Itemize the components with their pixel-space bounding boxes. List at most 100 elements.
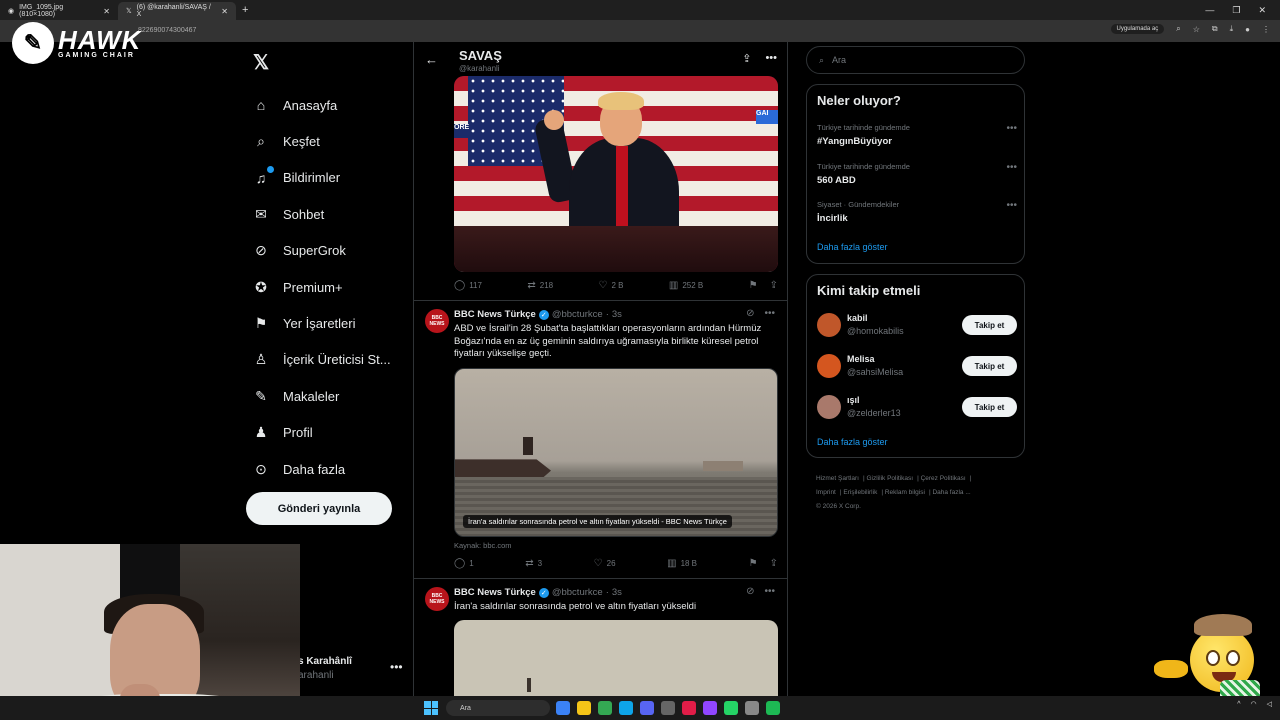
avatar[interactable]: BBC NEWS bbox=[425, 587, 449, 611]
windows-start-icon[interactable] bbox=[424, 701, 438, 715]
sidebar-item-more[interactable]: ⊙ Daha fazla bbox=[253, 451, 391, 487]
wifi-icon[interactable]: ◠ bbox=[1251, 700, 1257, 708]
tweet-media-photo[interactable] bbox=[454, 620, 778, 702]
browser-tab-image[interactable]: ◉ IMG_1095.jpg (810×1080) ✕ bbox=[0, 2, 118, 20]
sidebar-item-supergrok[interactable]: ⊘ SuperGrok bbox=[253, 233, 391, 269]
address-bar[interactable]: 822690074300467 Uygulamada aç ⌕ ☆ ⧉ ⤓ ● … bbox=[0, 20, 1280, 42]
profile-avatar-icon[interactable]: ● bbox=[1245, 25, 1250, 34]
like-button[interactable]: ♡ 26 bbox=[594, 558, 616, 569]
account-switcher[interactable]: s Karahânlî arahanli bbox=[298, 656, 352, 681]
url-text[interactable]: 822690074300467 bbox=[138, 27, 196, 34]
link-card[interactable]: İran'a saldırılar sonrasında petrol ve a… bbox=[454, 368, 778, 537]
sidebar-item-articles[interactable]: ✎ Makaleler bbox=[253, 378, 391, 414]
author-handle[interactable]: @bbcturkce bbox=[552, 309, 603, 320]
sidebar-item-creator-studio[interactable]: ♙ İçerik Üreticisi St... bbox=[253, 342, 391, 378]
spotify-icon[interactable] bbox=[766, 701, 780, 715]
grok-icon[interactable]: ⊘ bbox=[746, 308, 754, 319]
account-more-icon[interactable]: ••• bbox=[390, 660, 403, 674]
grok-icon[interactable]: ⊘ bbox=[746, 586, 754, 597]
search-input[interactable]: ⌕ Ara bbox=[806, 46, 1025, 74]
follow-button[interactable]: Takip et bbox=[962, 356, 1017, 376]
footer-link[interactable]: Imprint bbox=[816, 489, 836, 496]
trend-item[interactable]: Türkiye tarihinde gündemde 560 ABD ••• bbox=[817, 162, 1017, 186]
close-tab-icon[interactable]: ✕ bbox=[221, 7, 228, 16]
footer-link[interactable]: Erişilebilirlik bbox=[843, 489, 877, 496]
tweet-time[interactable]: 3s bbox=[612, 587, 622, 598]
close-tab-icon[interactable]: ✕ bbox=[103, 7, 110, 16]
more-options-icon[interactable]: ••• bbox=[1006, 200, 1017, 211]
whatsapp-icon[interactable] bbox=[724, 701, 738, 715]
sidebar-item-explore[interactable]: ⌕ Keşfet bbox=[253, 123, 391, 159]
maximize-icon[interactable]: ❐ bbox=[1232, 5, 1240, 16]
browser-tab-x[interactable]: 𝕏 (6) @karahanli/SAVAŞ / X ✕ bbox=[118, 2, 236, 20]
discord-icon[interactable] bbox=[640, 701, 654, 715]
sidebar-item-profile[interactable]: ♟ Profil bbox=[253, 415, 391, 451]
reply-button[interactable]: ◯ 117 bbox=[454, 280, 482, 291]
taskbar-search[interactable]: Ara bbox=[446, 700, 550, 716]
back-arrow-icon[interactable]: ← bbox=[425, 52, 438, 67]
follow-suggestion[interactable]: kabil @homokabilis Takip et bbox=[817, 310, 1017, 340]
author-name[interactable]: BBC News Türkçe bbox=[454, 309, 536, 320]
menu-icon[interactable]: ⋮ bbox=[1262, 25, 1270, 34]
like-button[interactable]: ♡ 2 B bbox=[599, 280, 624, 291]
tweet-media-photo[interactable]: ORE GAI bbox=[454, 76, 778, 272]
repost-button[interactable]: ⇄ 3 bbox=[525, 558, 542, 569]
more-options-icon[interactable]: ••• bbox=[764, 308, 775, 319]
footer-link[interactable]: Çerez Politikası bbox=[921, 475, 966, 482]
follow-show-more[interactable]: Daha fazla göster bbox=[817, 437, 888, 447]
sidebar-item-premium[interactable]: ✪ Premium+ bbox=[253, 269, 391, 305]
tray-chevron-icon[interactable]: ^ bbox=[1237, 701, 1240, 708]
views-button[interactable]: ▥ 252 B bbox=[669, 280, 703, 291]
folder-icon[interactable] bbox=[577, 701, 591, 715]
link-source[interactable]: Kaynak: bbc.com bbox=[454, 541, 512, 550]
tweet-time[interactable]: 3s bbox=[612, 309, 622, 320]
trend-item[interactable]: Türkiye tarihinde gündemde #YangınBüyüyo… bbox=[817, 123, 1017, 147]
author-name[interactable]: BBC News Türkçe bbox=[454, 587, 536, 598]
more-options-icon[interactable]: ••• bbox=[765, 52, 777, 65]
footer-link[interactable]: Hizmet Şartları bbox=[816, 475, 859, 482]
app-icon[interactable] bbox=[703, 701, 717, 715]
new-tab-icon[interactable]: + bbox=[242, 4, 248, 16]
footer-link[interactable]: Gizlilik Politikası bbox=[866, 475, 913, 482]
chrome-icon[interactable] bbox=[598, 701, 612, 715]
bookmark-icon[interactable]: ⚑ bbox=[749, 558, 758, 569]
repost-button[interactable]: ⇄ 218 bbox=[527, 280, 553, 291]
x-logo-icon[interactable]: 𝕏 bbox=[253, 50, 269, 75]
avatar[interactable]: BBC NEWS bbox=[425, 309, 449, 333]
sidebar-item-chat[interactable]: ✉ Sohbet bbox=[253, 196, 391, 232]
more-options-icon[interactable]: ••• bbox=[1006, 162, 1017, 173]
extensions-icon[interactable]: ⧉ bbox=[1212, 24, 1218, 34]
share-icon[interactable]: ⇪ bbox=[770, 280, 778, 291]
footer-link[interactable]: Daha fazla ... bbox=[932, 489, 970, 496]
download-icon[interactable]: ⤓ bbox=[1230, 24, 1234, 34]
star-icon[interactable]: ☆ bbox=[1193, 25, 1200, 34]
author-handle[interactable]: @bbcturkce bbox=[552, 587, 603, 598]
sidebar-item-bookmarks[interactable]: ⚑ Yer İşaretleri bbox=[253, 305, 391, 341]
app-icon[interactable] bbox=[556, 701, 570, 715]
more-options-icon[interactable]: ••• bbox=[1006, 123, 1017, 134]
sidebar-item-home[interactable]: ⌂ Anasayfa bbox=[253, 87, 391, 123]
follow-button[interactable]: Takip et bbox=[962, 315, 1017, 335]
more-options-icon[interactable]: ••• bbox=[764, 586, 775, 597]
app-icon[interactable] bbox=[682, 701, 696, 715]
follow-button[interactable]: Takip et bbox=[962, 397, 1017, 417]
footer-link[interactable]: Reklam bilgisi bbox=[885, 489, 925, 496]
share-icon[interactable]: ⇪ bbox=[742, 52, 751, 65]
avatar[interactable] bbox=[817, 354, 841, 378]
share-icon[interactable]: ⇪ bbox=[770, 558, 778, 569]
minimize-icon[interactable]: — bbox=[1205, 5, 1214, 16]
post-button[interactable]: Gönderi yayınla bbox=[246, 492, 392, 525]
app-icon[interactable] bbox=[745, 701, 759, 715]
avatar[interactable] bbox=[817, 395, 841, 419]
avatar[interactable] bbox=[817, 313, 841, 337]
trend-item[interactable]: Siyaset · Gündemdekiler İncirlik ••• bbox=[817, 200, 1017, 224]
bookmark-icon[interactable]: ⚑ bbox=[749, 280, 758, 291]
reply-button[interactable]: ◯ 1 bbox=[454, 558, 474, 569]
edge-icon[interactable] bbox=[619, 701, 633, 715]
views-button[interactable]: ▥ 18 B bbox=[667, 558, 697, 569]
trends-show-more[interactable]: Daha fazla göster bbox=[817, 242, 888, 252]
app-icon[interactable] bbox=[661, 701, 675, 715]
volume-icon[interactable]: ◁ bbox=[1267, 700, 1272, 708]
zoom-icon[interactable]: ⌕ bbox=[1176, 24, 1180, 34]
sidebar-item-notifications[interactable]: ♫ Bildirimler bbox=[253, 160, 391, 196]
